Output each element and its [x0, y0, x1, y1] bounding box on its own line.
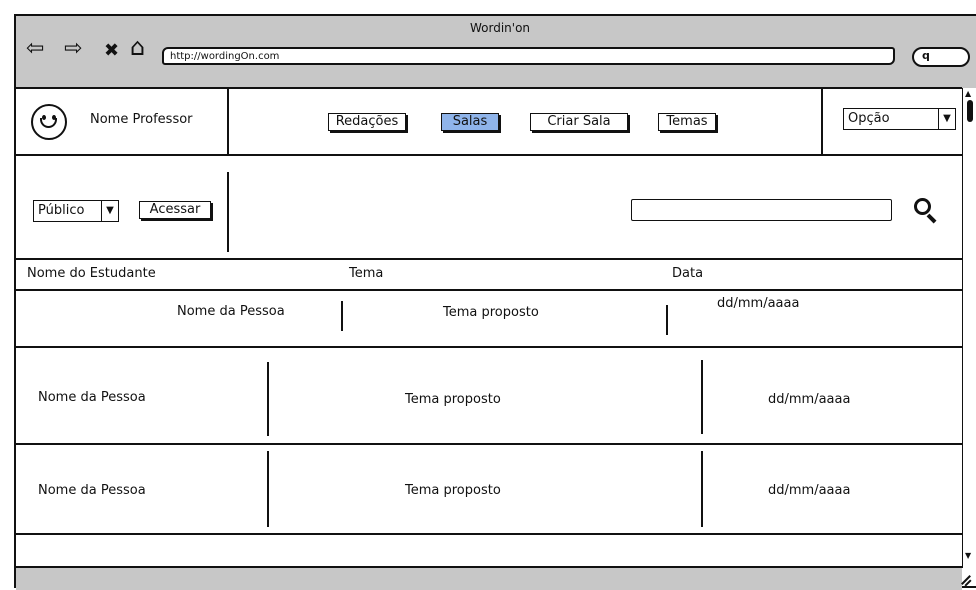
column-header-theme[interactable]: Tema — [349, 266, 383, 281]
row-divider — [666, 305, 668, 335]
chevron-down-icon: ▼ — [938, 109, 955, 129]
row-theme: Tema proposto — [443, 305, 539, 320]
nav-salas-button[interactable]: Salas — [441, 113, 499, 131]
row-date: dd/mm/aaaa — [768, 392, 851, 407]
scroll-down-icon[interactable]: ▼ — [965, 552, 971, 560]
header-bottom-divider — [16, 154, 962, 156]
row-student-name: Nome da Pessoa — [38, 483, 146, 498]
row-divider — [341, 301, 343, 331]
row-divider — [267, 451, 269, 527]
forward-arrow-icon[interactable]: ⇨ — [64, 38, 82, 60]
address-url: http://wordingOn.com — [170, 51, 280, 62]
table-top-divider — [16, 258, 962, 260]
scrollbar-thumb[interactable] — [967, 100, 973, 122]
row-theme: Tema proposto — [405, 392, 501, 407]
professor-name: Nome Professor — [90, 112, 193, 127]
column-header-student[interactable]: Nome do Estudante — [27, 266, 156, 281]
row-divider — [267, 362, 269, 436]
search-icon: q — [922, 49, 930, 62]
header-divider-left — [227, 89, 229, 154]
home-icon[interactable]: ⌂ — [130, 35, 145, 59]
visibility-select-value: Público — [38, 203, 85, 218]
option-select[interactable]: Opção ▼ — [843, 108, 956, 130]
row-date: dd/mm/aaaa — [768, 483, 851, 498]
option-select-value: Opção — [848, 111, 890, 126]
magnifier-icon[interactable] — [914, 198, 937, 224]
resize-grip-icon[interactable] — [958, 572, 972, 587]
status-bar — [16, 566, 962, 590]
row-divider — [701, 360, 703, 434]
table-row[interactable]: Nome da Pessoa Tema proposto dd/mm/aaaa — [16, 445, 962, 533]
search-input[interactable] — [631, 199, 892, 221]
nav-temas-button[interactable]: Temas — [658, 113, 716, 131]
row-divider — [701, 451, 703, 527]
toolbar-divider — [227, 172, 229, 252]
row-separator — [16, 533, 962, 535]
stop-icon[interactable]: ✖ — [104, 40, 119, 62]
visibility-select[interactable]: Público ▼ — [33, 200, 119, 222]
chevron-down-icon: ▼ — [101, 201, 118, 221]
table-row[interactable]: Nome da Pessoa Tema proposto dd/mm/aaaa — [16, 348, 962, 444]
scroll-up-icon[interactable]: ▲ — [965, 90, 971, 98]
row-student-name: Nome da Pessoa — [38, 390, 146, 405]
row-student-name: Nome da Pessoa — [177, 304, 285, 319]
row-theme: Tema proposto — [405, 483, 501, 498]
browser-search-button[interactable]: q — [912, 47, 970, 67]
avatar-icon — [31, 104, 67, 140]
table-row[interactable]: Nome da Pessoa Tema proposto dd/mm/aaaa — [16, 291, 962, 346]
row-date: dd/mm/aaaa — [717, 296, 800, 311]
nav-criar-sala-button[interactable]: Criar Sala — [530, 113, 628, 131]
header-divider-right — [821, 89, 823, 154]
back-arrow-icon[interactable]: ⇦ — [26, 38, 44, 60]
nav-redacoes-button[interactable]: Redações — [328, 113, 406, 131]
address-bar[interactable]: http://wordingOn.com — [162, 47, 895, 65]
access-button[interactable]: Acessar — [139, 201, 211, 219]
window-title: Wordin'on — [469, 21, 531, 35]
vertical-scrollbar[interactable]: ▲ ▼ — [962, 88, 976, 568]
column-header-date[interactable]: Data — [672, 266, 703, 281]
